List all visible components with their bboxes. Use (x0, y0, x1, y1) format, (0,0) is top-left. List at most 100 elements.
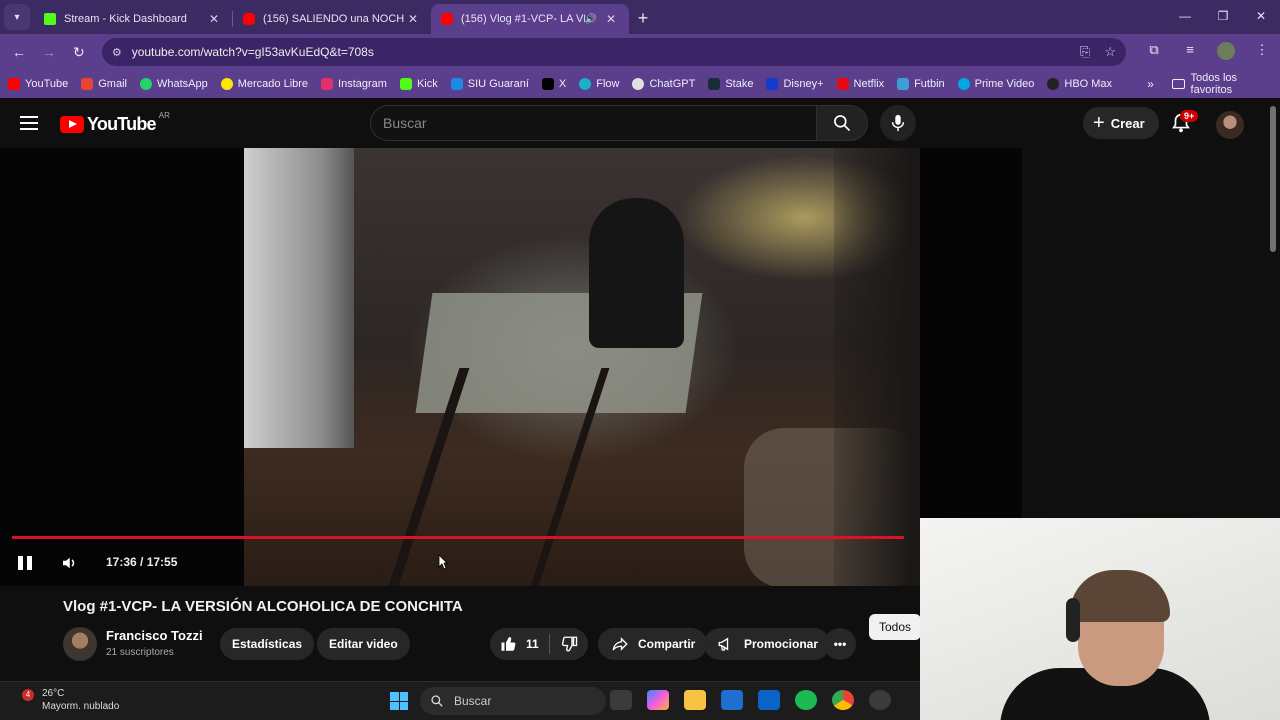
reload-button[interactable]: ↻ (64, 37, 94, 67)
bookmark-mercado-libre[interactable]: Mercado Libre (220, 78, 309, 90)
bookmark-star-icon[interactable]: ☆ (1104, 44, 1116, 60)
address-bar[interactable]: ⚙ youtube.com/watch?v=gI53avKuEdQ&t=708s… (101, 38, 1126, 66)
tab-search-button[interactable]: ▾ (4, 4, 30, 30)
share-button[interactable]: Compartir (598, 628, 708, 660)
search-button[interactable] (816, 105, 868, 141)
menu-icon[interactable] (20, 116, 38, 130)
bookmarks-overflow-icon[interactable]: » (1147, 77, 1154, 91)
bookmark-gmail[interactable]: Gmail (81, 78, 127, 90)
youtube-logo[interactable]: YouTube AR (60, 111, 170, 135)
extensions-icon[interactable]: ⧉ (1136, 42, 1172, 63)
bookmark-flow[interactable]: Flow (579, 78, 619, 90)
video-progress-bar[interactable] (12, 536, 905, 539)
bookmark-netflix[interactable]: Netflix (836, 78, 884, 90)
dislike-button[interactable] (550, 628, 588, 660)
back-button[interactable]: ← (4, 37, 34, 67)
bookmark-x[interactable]: X (541, 78, 567, 90)
tab-title: (156) Vlog #1-VCP- LA VERS (461, 13, 585, 25)
youtube-wordmark: YouTube (87, 114, 157, 134)
file-explorer-icon[interactable] (684, 690, 706, 710)
bookmark-label: X (558, 78, 567, 90)
like-button[interactable]: 11 (490, 628, 549, 660)
video-scene-foreground (834, 148, 920, 586)
app-icon[interactable] (869, 690, 891, 710)
promote-button[interactable]: Promocionar (704, 628, 831, 660)
new-tab-button[interactable]: + (629, 4, 657, 32)
bookmark-chatgpt[interactable]: ChatGPT (632, 78, 695, 90)
edit-video-button[interactable]: Editar video (317, 628, 410, 660)
bookmark-futbin[interactable]: Futbin (897, 78, 945, 90)
bookmark-label: SIU Guaraní (467, 78, 529, 90)
tab-close-icon[interactable]: ✕ (206, 12, 222, 26)
stake-icon (708, 78, 721, 90)
country-code: AR (158, 111, 170, 120)
chrome-icon[interactable] (832, 690, 854, 710)
channel-name[interactable]: Francisco Tozzi (106, 628, 203, 643)
bookmark-label: Disney+ (783, 78, 824, 90)
user-avatar[interactable] (1216, 111, 1244, 139)
volume-icon[interactable] (60, 554, 78, 572)
profile-icon[interactable] (1208, 41, 1244, 63)
plus-icon: + (1093, 111, 1105, 134)
forward-button[interactable]: → (34, 37, 64, 67)
video-player[interactable] (0, 148, 1022, 586)
gmail-icon (81, 78, 94, 90)
like-count: 11 (526, 637, 539, 651)
youtube-icon (8, 78, 20, 90)
bookmark-hbo-max[interactable]: HBO Max (1047, 78, 1112, 90)
channel-avatar[interactable] (63, 627, 97, 661)
bookmarks-bar: YouTube Gmail WhatsApp Mercado Libre Ins… (0, 70, 1280, 98)
bookmark-disney[interactable]: Disney+ (766, 78, 824, 90)
filter-chip-todos[interactable]: Todos (869, 614, 922, 640)
bookmark-whatsapp[interactable]: WhatsApp (139, 78, 208, 90)
maximize-button[interactable]: ❐ (1204, 0, 1242, 32)
minimize-button[interactable]: — (1166, 0, 1204, 32)
taskbar-search[interactable]: Buscar (420, 687, 606, 715)
more-actions-button[interactable]: ••• (824, 628, 856, 660)
youtube-play-logo-icon (60, 116, 84, 133)
prime-video-icon (957, 78, 970, 90)
bookmark-instagram[interactable]: Instagram (321, 78, 387, 90)
browser-tab-strip: ▾ Stream - Kick Dashboard ✕ (156) SALIEN… (0, 0, 1280, 34)
tab-youtube-saliendo[interactable]: (156) SALIENDO una NOCHE de ✕ (233, 4, 431, 34)
windows-start-icon[interactable] (390, 692, 408, 710)
kick-favicon-icon (44, 13, 56, 25)
search-input[interactable]: Buscar (370, 105, 816, 141)
all-bookmarks-label: Todos los favoritos (1190, 72, 1238, 96)
tab-close-icon[interactable]: ✕ (405, 12, 421, 26)
site-info-icon[interactable]: ⚙ (112, 46, 122, 59)
tab-kick-dashboard[interactable]: Stream - Kick Dashboard ✕ (34, 4, 232, 34)
create-button[interactable]: + Crear (1083, 107, 1159, 139)
page-scrollbar[interactable] (1270, 106, 1276, 252)
microsoft-store-icon[interactable] (721, 690, 743, 710)
window-controls: — ❐ ✕ (1166, 0, 1280, 32)
chrome-menu-icon[interactable]: ⋮ (1244, 42, 1280, 63)
media-controls-icon[interactable]: ≡ (1172, 42, 1208, 63)
audio-playing-icon[interactable]: 🔊 (585, 14, 597, 25)
all-bookmarks-folder[interactable]: Todos los favoritos (1171, 72, 1280, 96)
bookmark-stake[interactable]: Stake (708, 78, 753, 90)
bookmark-youtube[interactable]: YouTube (8, 78, 68, 90)
bookmark-siu-guarani[interactable]: SIU Guaraní (450, 78, 529, 90)
weather-widget[interactable]: 4 26°C Mayorm. nublado (22, 687, 119, 713)
voice-search-button[interactable] (880, 105, 916, 141)
close-window-button[interactable]: ✕ (1242, 0, 1280, 32)
video-scene-person (589, 198, 684, 348)
youtube-favicon-icon (243, 13, 255, 25)
outlook-icon[interactable] (758, 690, 780, 710)
install-app-icon[interactable]: ⎘ (1080, 44, 1090, 60)
bookmark-label: Mercado Libre (237, 78, 309, 90)
bookmark-prime-video[interactable]: Prime Video (957, 78, 1034, 90)
copilot-icon[interactable] (647, 690, 669, 710)
url-text: youtube.com/watch?v=gI53avKuEdQ&t=708s (131, 45, 374, 59)
siu-guarani-icon (450, 78, 463, 90)
task-view-icon[interactable] (610, 690, 632, 710)
video-frame (244, 148, 920, 586)
bookmark-kick[interactable]: Kick (399, 78, 438, 90)
tab-close-icon[interactable]: ✕ (603, 12, 619, 26)
analytics-button[interactable]: Estadísticas (220, 628, 315, 660)
create-label: Crear (1110, 115, 1145, 131)
spotify-icon[interactable] (795, 690, 817, 710)
pause-icon[interactable] (18, 556, 34, 570)
tab-youtube-vlog-active[interactable]: (156) Vlog #1-VCP- LA VERS 🔊 ✕ (431, 4, 629, 34)
